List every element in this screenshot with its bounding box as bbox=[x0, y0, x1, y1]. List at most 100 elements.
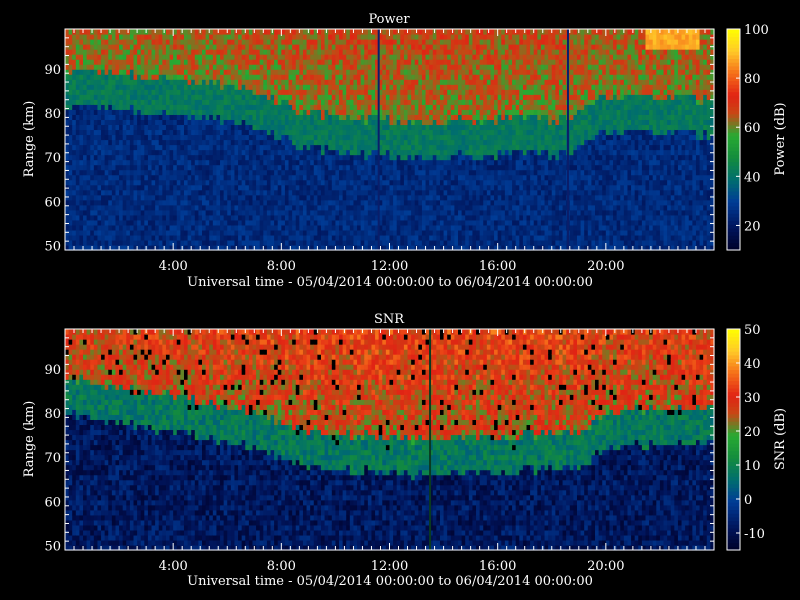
heatmap-cell bbox=[418, 149, 423, 156]
heatmap-cell bbox=[79, 224, 84, 231]
heatmap-cell bbox=[367, 149, 373, 156]
heatmap-cell bbox=[68, 214, 73, 221]
heatmap-cell bbox=[450, 214, 455, 221]
heatmap-cell bbox=[288, 209, 293, 216]
heatmap-cell bbox=[248, 194, 254, 201]
heatmap-cell bbox=[396, 179, 401, 186]
heatmap-cell bbox=[458, 229, 463, 236]
heatmap-cell bbox=[220, 224, 225, 231]
heatmap-cell bbox=[328, 34, 333, 40]
heatmap-cell bbox=[256, 114, 261, 121]
heatmap-cell bbox=[425, 89, 430, 95]
heatmap-cell bbox=[396, 54, 401, 60]
heatmap-cell bbox=[439, 114, 445, 121]
heatmap-cell bbox=[360, 164, 365, 171]
heatmap-cell bbox=[111, 169, 117, 176]
heatmap-cell bbox=[461, 59, 466, 65]
heatmap-cell bbox=[454, 129, 459, 136]
heatmap-cell bbox=[468, 164, 474, 171]
heatmap-cell bbox=[349, 164, 355, 171]
heatmap-cell bbox=[133, 59, 138, 65]
heatmap-cell bbox=[389, 144, 394, 151]
heatmap-cell bbox=[364, 224, 369, 231]
heatmap-cell bbox=[436, 64, 441, 70]
heatmap-cell bbox=[238, 84, 243, 90]
heatmap-cell bbox=[346, 189, 351, 196]
heatmap-cell bbox=[393, 124, 398, 131]
heatmap-cell bbox=[115, 149, 120, 156]
heatmap-cell bbox=[266, 204, 272, 211]
heatmap-cell bbox=[220, 44, 225, 50]
heatmap-cell bbox=[227, 239, 232, 246]
heatmap-cell bbox=[288, 124, 293, 131]
heatmap-cell bbox=[320, 174, 326, 181]
heatmap-cell bbox=[75, 39, 81, 45]
heatmap-cell bbox=[443, 39, 448, 45]
heatmap-cell bbox=[183, 64, 189, 70]
heatmap-cell bbox=[360, 104, 365, 110]
heatmap-cell bbox=[68, 44, 73, 50]
heatmap-cell bbox=[400, 174, 405, 181]
heatmap-cell bbox=[220, 144, 225, 151]
heatmap-cell bbox=[183, 214, 189, 221]
heatmap-cell bbox=[299, 99, 304, 105]
heatmap-cell bbox=[468, 134, 474, 141]
heatmap-cell bbox=[342, 124, 347, 131]
heatmap-cell bbox=[212, 54, 218, 60]
heatmap-cell bbox=[259, 159, 264, 166]
heatmap-cell bbox=[144, 59, 149, 65]
heatmap-cell bbox=[396, 189, 401, 196]
heatmap-cell bbox=[432, 239, 437, 246]
heatmap-cell bbox=[93, 179, 99, 186]
heatmap-cell bbox=[400, 204, 405, 211]
heatmap-cell bbox=[295, 49, 300, 55]
heatmap-cell bbox=[407, 84, 412, 90]
heatmap-cell bbox=[144, 74, 149, 80]
heatmap-cell bbox=[396, 74, 401, 80]
heatmap-cell bbox=[252, 154, 257, 161]
heatmap-cell bbox=[436, 174, 441, 181]
heatmap-cell bbox=[162, 179, 167, 186]
heatmap-cell bbox=[158, 69, 163, 75]
heatmap-cell bbox=[137, 99, 142, 105]
heatmap-cell bbox=[320, 119, 326, 126]
heatmap-cell bbox=[133, 184, 138, 191]
heatmap-cell bbox=[202, 124, 207, 131]
heatmap-cell bbox=[137, 159, 142, 166]
heatmap-cell bbox=[122, 189, 127, 196]
heatmap-cell bbox=[187, 209, 192, 216]
heatmap-cell bbox=[140, 49, 145, 55]
heatmap-cell bbox=[429, 194, 434, 201]
heatmap-cell bbox=[461, 39, 466, 45]
heatmap-cell bbox=[274, 124, 279, 131]
heatmap-cell bbox=[328, 119, 333, 126]
heatmap-cell bbox=[119, 69, 124, 75]
heatmap-cell bbox=[133, 219, 138, 226]
heatmap-cell bbox=[248, 204, 254, 211]
heatmap-cell bbox=[324, 189, 329, 196]
heatmap-cell bbox=[144, 209, 149, 216]
heatmap-cell bbox=[421, 159, 427, 166]
heatmap-cell bbox=[284, 59, 290, 65]
heatmap-cell bbox=[259, 199, 264, 206]
heatmap-cell bbox=[357, 64, 362, 70]
heatmap-cell bbox=[205, 239, 210, 246]
heatmap-cell bbox=[202, 29, 207, 35]
heatmap-cell bbox=[320, 199, 326, 206]
heatmap-cell bbox=[198, 109, 203, 115]
heatmap-cell bbox=[346, 119, 351, 126]
heatmap-cell bbox=[101, 69, 106, 75]
heatmap-cell bbox=[306, 109, 311, 115]
heatmap-cell bbox=[335, 144, 340, 151]
heatmap-cell bbox=[162, 149, 167, 156]
heatmap-cell bbox=[458, 214, 463, 221]
heatmap-cell bbox=[339, 159, 344, 166]
heatmap-cell bbox=[104, 54, 109, 60]
heatmap-cell bbox=[468, 109, 474, 115]
heatmap-cell bbox=[202, 34, 207, 40]
heatmap-cell bbox=[111, 229, 117, 236]
heatmap-cell bbox=[396, 174, 401, 181]
heatmap-cell bbox=[155, 224, 160, 231]
heatmap-cell bbox=[248, 39, 254, 45]
heatmap-cell bbox=[436, 179, 441, 186]
